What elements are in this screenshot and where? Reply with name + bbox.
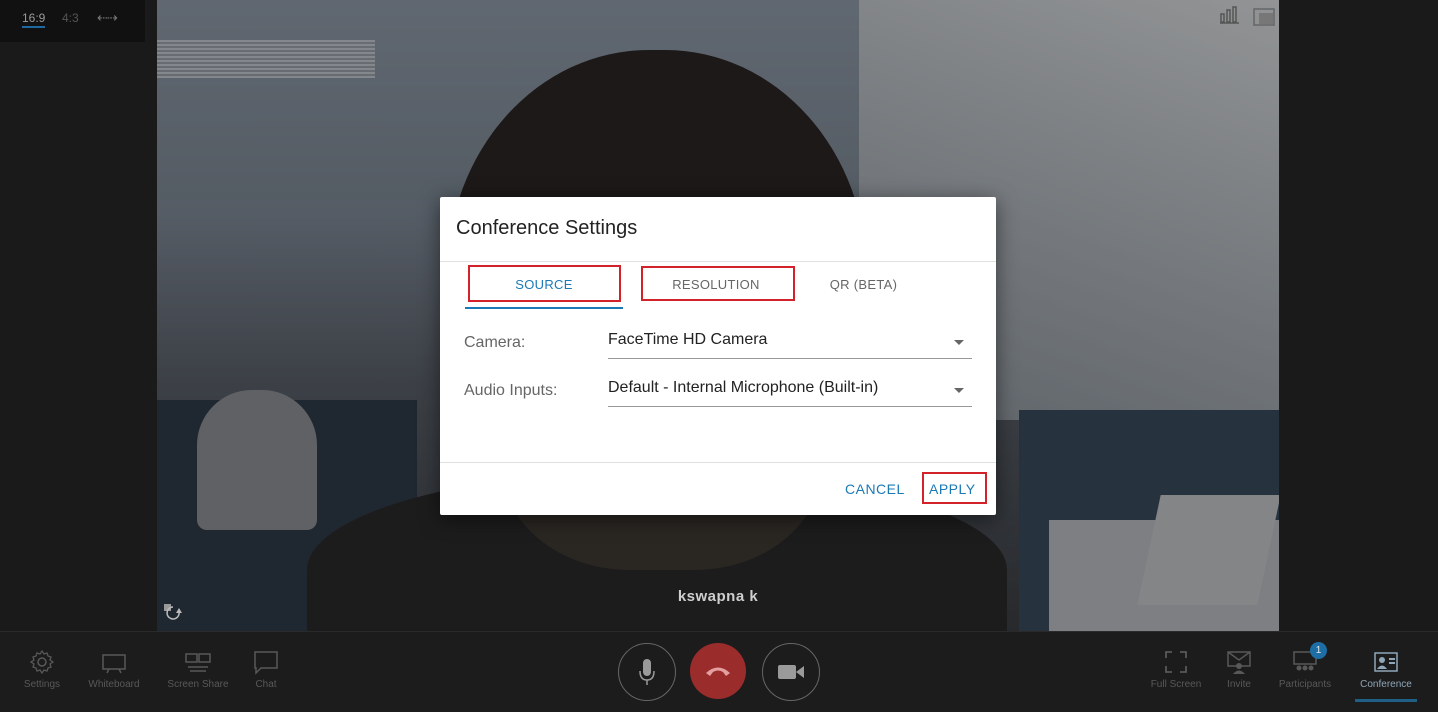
- mic-toggle-button[interactable]: [618, 643, 676, 701]
- invite-button[interactable]: Invite: [1224, 649, 1254, 690]
- hang-up-icon: [706, 667, 730, 676]
- highlight-box-apply: [922, 472, 987, 504]
- settings-label: Settings: [23, 679, 61, 690]
- fullscreen-icon: [1165, 651, 1187, 673]
- camera-label: Camera:: [464, 334, 526, 351]
- microphone-icon: [639, 659, 655, 685]
- video-camera-icon: [778, 665, 804, 679]
- chevron-down-icon: [954, 388, 964, 393]
- camera-select-value: FaceTime HD Camera: [608, 331, 768, 348]
- conference-button[interactable]: Conference: [1355, 649, 1417, 702]
- dialog-title: Conference Settings: [456, 217, 638, 239]
- conference-settings-dialog: Conference Settings SOURCE RESOLUTION QR…: [440, 197, 996, 515]
- rotate-icon[interactable]: [164, 604, 184, 629]
- end-call-button[interactable]: [690, 643, 746, 699]
- screen-share-icon: [185, 653, 211, 672]
- cancel-button[interactable]: CANCEL: [845, 481, 905, 497]
- fullscreen-label: Full Screen: [1150, 679, 1202, 690]
- invite-label: Invite: [1227, 679, 1251, 690]
- camera-toggle-button[interactable]: [762, 643, 820, 701]
- screen-share-button[interactable]: Screen Share: [165, 649, 231, 690]
- camera-select[interactable]: FaceTime HD Camera: [608, 328, 972, 359]
- highlight-box-source: [468, 265, 621, 302]
- participants-label: Participants: [1278, 679, 1332, 690]
- aspect-16-9-option[interactable]: 16:9: [22, 11, 46, 28]
- chevron-down-icon: [954, 340, 964, 345]
- highlight-box-resolution: [641, 266, 795, 301]
- gear-icon: [29, 649, 55, 675]
- participant-name: kswapna k: [677, 588, 759, 605]
- divider: [440, 462, 996, 463]
- aspect-4-3-option[interactable]: 4:3: [62, 11, 79, 25]
- settings-button[interactable]: Settings: [21, 649, 63, 690]
- whiteboard-label: Whiteboard: [88, 679, 140, 690]
- audio-inputs-label: Audio Inputs:: [464, 382, 558, 399]
- divider: [440, 261, 996, 262]
- chat-label: Chat: [255, 679, 277, 690]
- aspect-ratio-bar: 16:9 4:3 ⇠⇢: [0, 0, 145, 42]
- whiteboard-button[interactable]: Whiteboard: [84, 649, 144, 690]
- screen-share-label: Screen Share: [167, 679, 229, 690]
- swap-arrows-icon[interactable]: ⇠⇢: [97, 10, 118, 26]
- active-tab-indicator: [465, 307, 623, 309]
- tab-qr[interactable]: QR (BETA): [786, 277, 941, 292]
- stats-icon[interactable]: [1220, 6, 1240, 29]
- whiteboard-icon: [102, 654, 126, 674]
- participants-count-badge: 1: [1310, 642, 1327, 659]
- conference-icon: [1374, 652, 1398, 672]
- chat-icon: [254, 651, 278, 675]
- layout-icon[interactable]: [1253, 8, 1275, 31]
- chat-button[interactable]: Chat: [250, 649, 282, 690]
- audio-select-value: Default - Internal Microphone (Built-in): [608, 379, 879, 396]
- conference-label: Conference: [1360, 679, 1412, 690]
- audio-input-select[interactable]: Default - Internal Microphone (Built-in): [608, 376, 972, 407]
- invite-icon: [1227, 651, 1251, 674]
- fullscreen-button[interactable]: Full Screen: [1148, 649, 1204, 690]
